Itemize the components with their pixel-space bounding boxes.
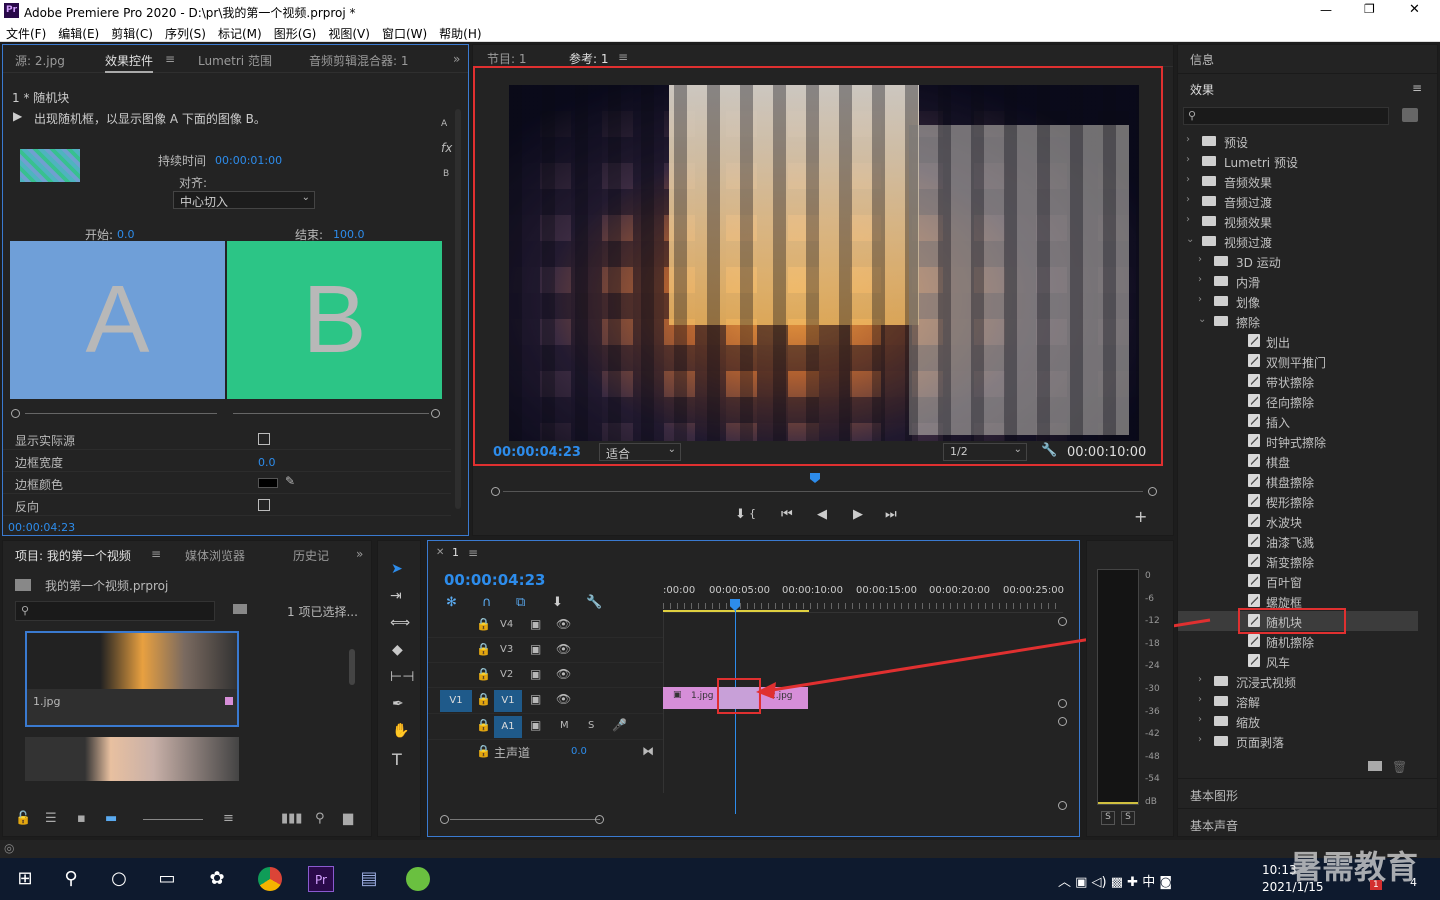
meter-scale-label: -6 [1145, 593, 1154, 604]
meter-scale: 0 -6 -12 -18 -24 -30 -36 -42 -48 -54 dB [1145, 571, 1169, 811]
meter-scale-label: -48 [1145, 751, 1160, 762]
search-icon[interactable]: ⚲ [58, 866, 84, 892]
meter-scale-label: dB [1145, 797, 1157, 807]
audio-meter-panel: 0 -6 -12 -18 -24 -30 -36 -42 -48 -54 dB S S [1086, 540, 1174, 837]
meter-scale-label: 0 [1145, 571, 1151, 581]
premiere-taskbar-icon[interactable]: Pr [308, 866, 334, 892]
meter-scale-label: -30 [1145, 684, 1160, 694]
watermark-text: 暑需教育 [1290, 848, 1419, 886]
meter-scale-label: -18 [1145, 638, 1160, 649]
meter-scale-label: -42 [1145, 729, 1160, 740]
status-bar: ◎ [0, 840, 1440, 858]
windows-taskbar: ⊞ ⚲ ○ ▭ ✿ Pr ▤ ︿ ▣ ◁) ▩ ✚ 中 ◙ 10:13 2021… [0, 848, 1440, 900]
status-icon: ◎ [4, 841, 15, 855]
meter-scale-label: -36 [1145, 706, 1160, 717]
meter-bar [1097, 569, 1139, 805]
pinwheel-app-icon[interactable]: ✿ [204, 866, 230, 892]
notepad-icon[interactable]: ▤ [356, 866, 382, 892]
task-view-icon[interactable]: ▭ [154, 866, 180, 892]
solo-right-button[interactable]: S [1121, 811, 1135, 825]
notification-badge: 1 [1370, 880, 1382, 890]
chrome-icon[interactable] [258, 867, 282, 891]
meter-scale-label: -54 [1145, 774, 1160, 785]
meter-scale-label: -12 [1145, 616, 1160, 627]
notification-count[interactable]: 4 [1410, 876, 1417, 889]
windows-start-icon[interactable]: ⊞ [12, 866, 38, 892]
solo-left-button[interactable]: S [1101, 811, 1115, 825]
meter-scale-label: -24 [1145, 661, 1160, 672]
cortana-icon[interactable]: ○ [106, 866, 132, 892]
tray-icons: ︿ ▣ ◁) ▩ ✚ 中 ◙ [1058, 875, 1172, 890]
annotation-arrow [756, 618, 1211, 699]
ime-indicator[interactable]: 中 [1142, 875, 1155, 890]
melon-app-icon[interactable] [406, 867, 430, 891]
